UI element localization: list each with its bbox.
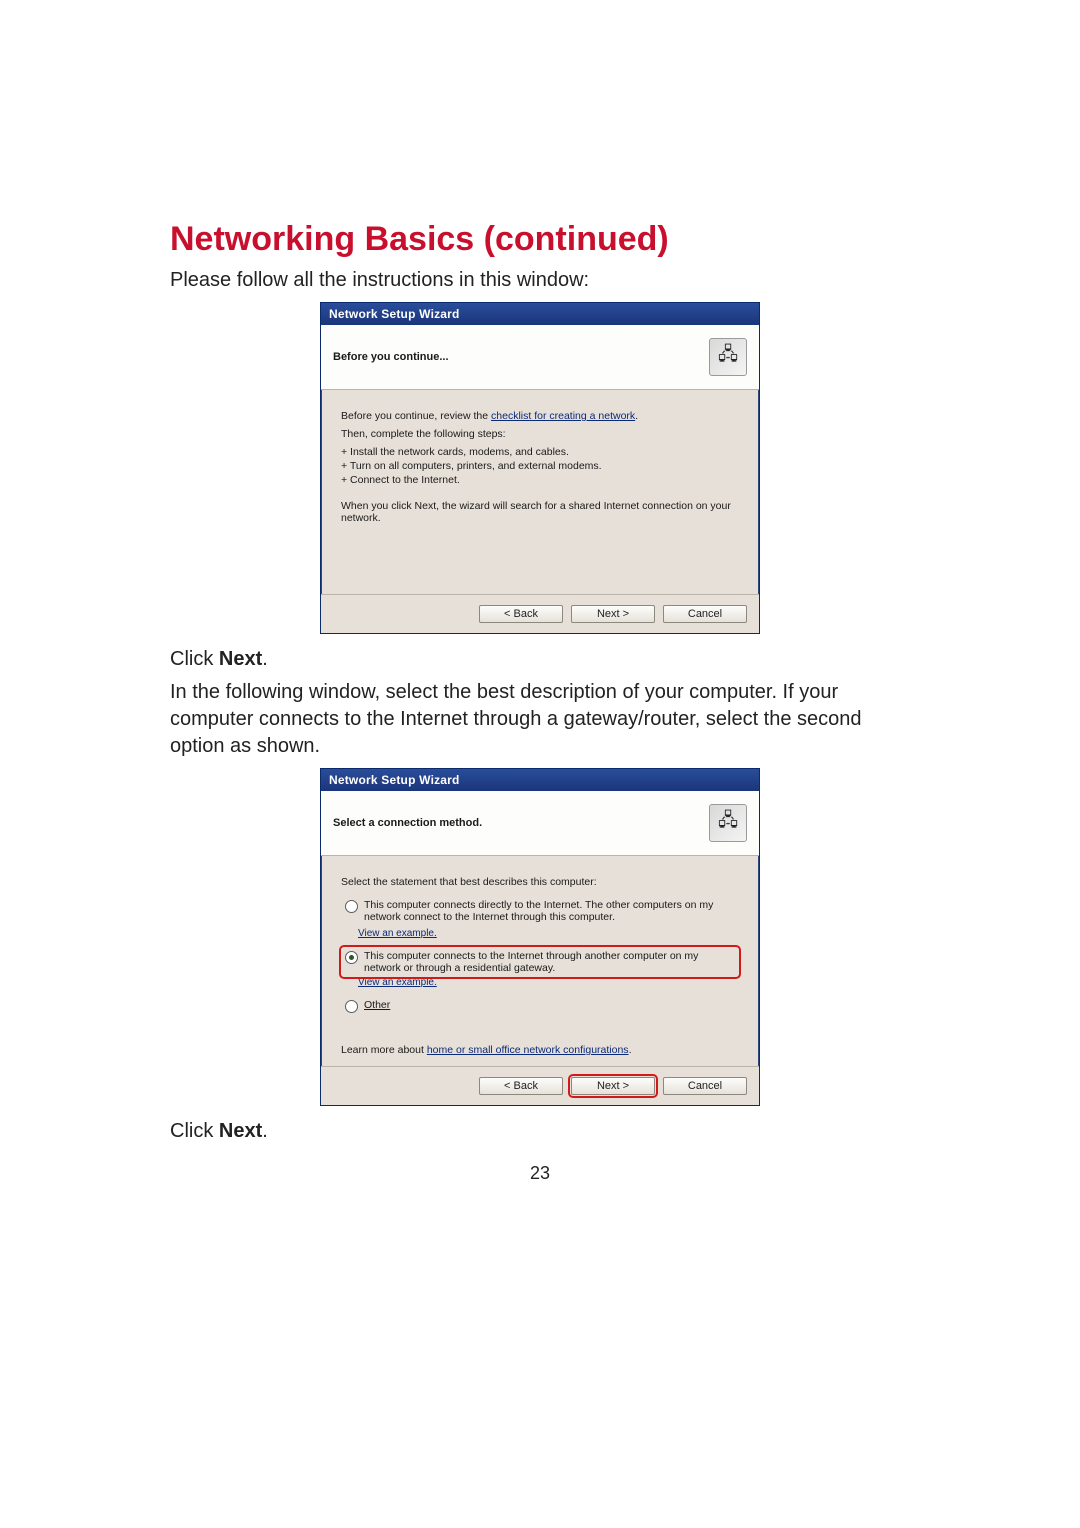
click-next-pre: Click (170, 648, 219, 670)
wizard-header: Select a connection method. 🖧 (321, 791, 759, 856)
mid-paragraph: In the following window, select the best… (170, 679, 910, 760)
learn-more-pre: Learn more about (341, 1044, 427, 1056)
learn-more-link[interactable]: home or small office network configurati… (427, 1044, 629, 1056)
click-next-pre: Click (170, 1120, 219, 1142)
network-wizard-icon: 🖧 (709, 804, 747, 842)
wizard-subtitle: Select a connection method. (333, 817, 482, 829)
wizard-titlebar: Network Setup Wizard (321, 303, 759, 325)
wizard-content: Select the statement that best describes… (321, 856, 759, 1066)
radio-icon (345, 900, 358, 913)
wizard-select-connection: Network Setup Wizard Select a connection… (320, 768, 760, 1106)
click-next-1: Click Next. (170, 648, 910, 671)
radio-icon (345, 1000, 358, 1013)
bullet-turnon: + Turn on all computers, printers, and e… (341, 460, 739, 472)
cancel-button[interactable]: Cancel (663, 605, 747, 623)
prompt-text: Select the statement that best describes… (341, 876, 739, 888)
click-next-bold: Next (219, 1120, 262, 1142)
click-next-period: . (262, 1120, 268, 1142)
back-button[interactable]: < Back (479, 605, 563, 623)
network-wizard-icon: 🖧 (709, 338, 747, 376)
cancel-button[interactable]: Cancel (663, 1077, 747, 1095)
click-next-bold: Next (219, 648, 262, 670)
search-text: When you click Next, the wizard will sea… (341, 500, 739, 524)
wizard-button-row: < Back Next > Cancel (321, 594, 759, 633)
bullet-connect: + Connect to the Internet. (341, 474, 739, 486)
bullet-install: + Install the network cards, modems, and… (341, 446, 739, 458)
then-text: Then, complete the following steps: (341, 428, 739, 440)
radio-icon (345, 951, 358, 964)
next-button[interactable]: Next > (571, 1077, 655, 1095)
review-text-pre: Before you continue, review the (341, 410, 491, 422)
click-next-period: . (262, 648, 268, 670)
view-example-link-2[interactable]: View an example. (358, 977, 739, 988)
review-text-post: . (635, 410, 638, 422)
option-direct[interactable]: This computer connects directly to the I… (341, 896, 739, 926)
page-title: Networking Basics (continued) (170, 220, 910, 259)
wizard-button-row: < Back Next > Cancel (321, 1066, 759, 1105)
wizard-header: Before you continue... 🖧 (321, 325, 759, 390)
option-other-label: Other (364, 999, 390, 1011)
intro-text: Please follow all the instructions in th… (170, 269, 910, 292)
learn-more-post: . (629, 1044, 632, 1056)
wizard-titlebar: Network Setup Wizard (321, 769, 759, 791)
view-example-link-1[interactable]: View an example. (358, 928, 739, 939)
option-gateway-label: This computer connects to the Internet t… (364, 950, 735, 974)
wizard-subtitle: Before you continue... (333, 351, 449, 363)
next-button[interactable]: Next > (571, 605, 655, 623)
option-other[interactable]: Other (341, 996, 739, 1016)
wizard-content: Before you continue, review the checklis… (321, 390, 759, 594)
back-button[interactable]: < Back (479, 1077, 563, 1095)
page-number: 23 (170, 1163, 910, 1184)
wizard-before-you-continue: Network Setup Wizard Before you continue… (320, 302, 760, 634)
click-next-2: Click Next. (170, 1120, 910, 1143)
option-direct-label: This computer connects directly to the I… (364, 899, 735, 923)
checklist-link[interactable]: checklist for creating a network (491, 410, 635, 422)
option-gateway[interactable]: This computer connects to the Internet t… (341, 947, 739, 977)
